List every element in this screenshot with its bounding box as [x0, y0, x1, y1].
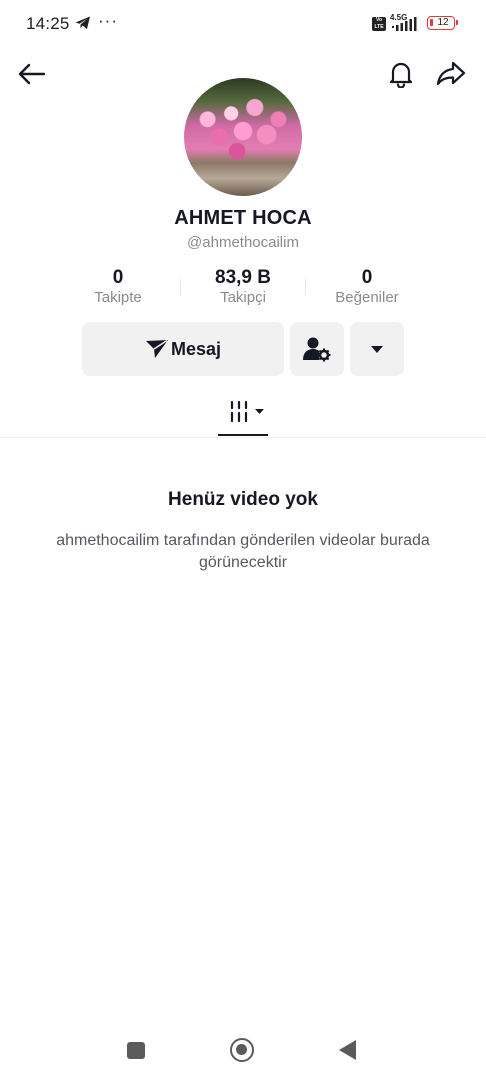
home-icon[interactable] [230, 1038, 254, 1062]
stat-following[interactable]: 0 Takipte [58, 267, 178, 306]
status-time: 14:25 [26, 14, 70, 33]
tab-caret-icon [255, 409, 264, 414]
stat-divider [180, 279, 181, 295]
stat-likes-value: 0 [361, 267, 373, 288]
signal-icon [392, 16, 424, 37]
profile-handle: @ahmethocailim [187, 234, 299, 251]
profile-name: AHMET HOCA [174, 207, 312, 229]
user-settings-icon [303, 336, 331, 362]
bell-icon[interactable] [383, 56, 419, 92]
status-more-indicator: ··· [98, 11, 118, 30]
videos-grid-icon [228, 400, 268, 429]
tab-divider [0, 437, 486, 438]
tab-active-indicator [218, 434, 268, 436]
empty-state-title: Henüz video yok [168, 489, 318, 510]
more-options-button[interactable] [350, 322, 404, 376]
stat-likes-label: Beğeniler [335, 289, 399, 306]
share-icon[interactable] [433, 56, 469, 92]
telegram-icon [75, 16, 91, 35]
volte-icon: Vo LTE [372, 17, 386, 31]
send-icon [145, 339, 169, 359]
back-arrow-icon[interactable] [14, 56, 50, 92]
empty-state-description: ahmethocailim tarafından gönderilen vide… [56, 532, 430, 571]
user-settings-button[interactable] [290, 322, 344, 376]
recents-icon[interactable] [127, 1042, 145, 1059]
profile-avatar[interactable] [184, 78, 302, 196]
message-button[interactable]: Mesaj [82, 322, 284, 376]
stat-divider [305, 279, 306, 295]
back-icon[interactable] [339, 1040, 356, 1060]
battery-icon: 12 [427, 16, 458, 30]
stat-followers[interactable]: 83,9 B Takipçi [183, 267, 303, 306]
message-button-label: Mesaj [170, 338, 222, 359]
tab-videos[interactable] [228, 400, 268, 429]
stat-following-value: 0 [112, 267, 124, 288]
stat-followers-value: 83,9 B [215, 267, 271, 288]
caret-down-icon [370, 345, 384, 354]
stat-following-label: Takipte [94, 289, 142, 306]
battery-level: 12 [437, 17, 449, 28]
stat-followers-label: Takipçi [220, 289, 266, 306]
stat-likes[interactable]: 0 Beğeniler [307, 267, 427, 306]
